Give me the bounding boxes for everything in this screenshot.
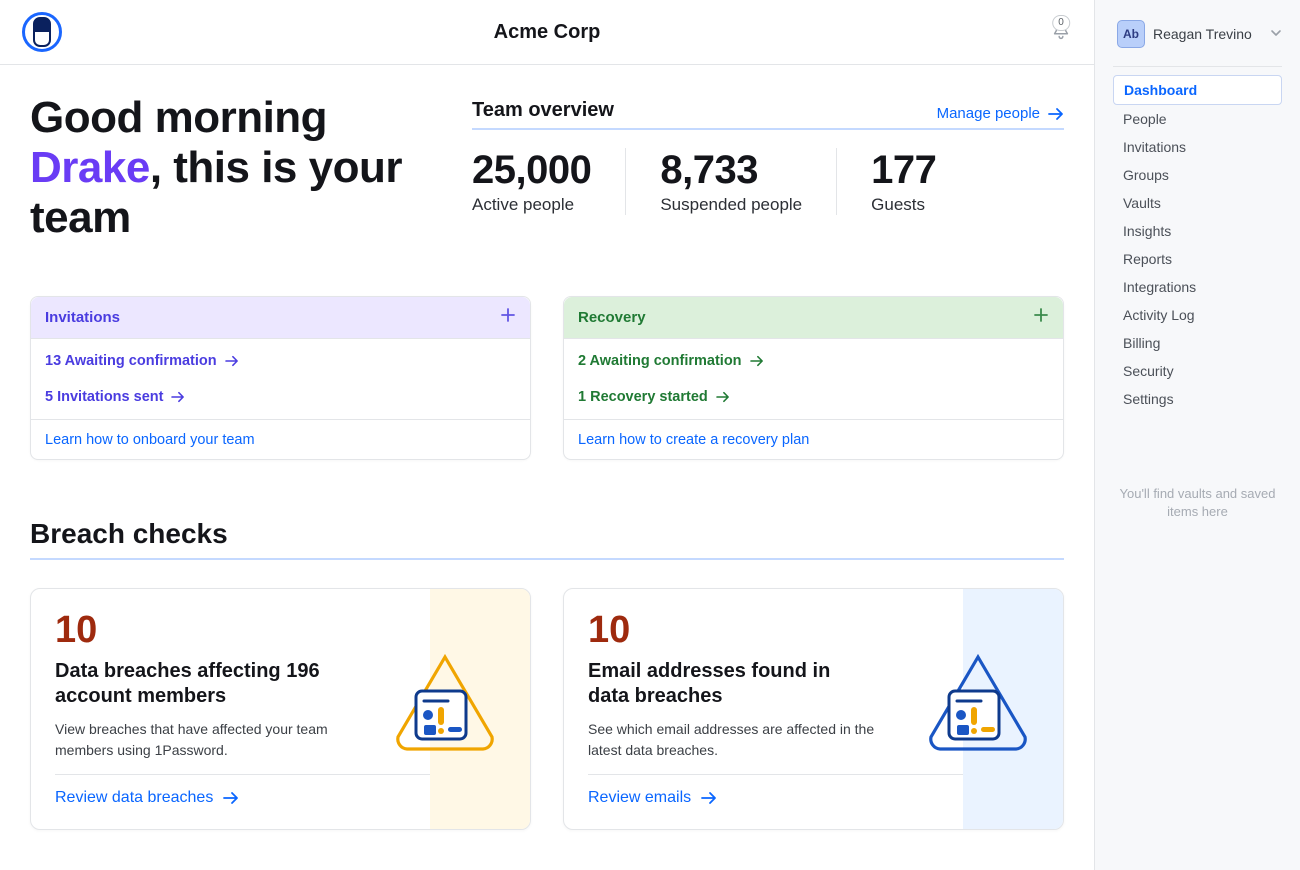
invitations-row[interactable]: 5 Invitations sent xyxy=(31,379,530,415)
user-menu[interactable]: Ab Reagan Trevino xyxy=(1117,20,1282,48)
greeting-name: Drake xyxy=(30,143,150,192)
topbar: Acme Corp 0 xyxy=(0,0,1094,65)
stat-active-label: Active people xyxy=(472,195,591,215)
sidebar-item-people[interactable]: People xyxy=(1113,105,1282,133)
learn-recovery-link[interactable]: Learn how to create a recovery plan xyxy=(578,432,809,448)
sidebar-item-dashboard[interactable]: Dashboard xyxy=(1113,75,1282,105)
arrow-right-icon xyxy=(716,391,730,403)
invitations-row[interactable]: 13 Awaiting confirmation xyxy=(31,343,530,379)
sidebar-item-integrations[interactable]: Integrations xyxy=(1113,273,1282,301)
right-sidebar: Ab Reagan Trevino DashboardPeopleInvitat… xyxy=(1094,0,1300,870)
recovery-row[interactable]: 2 Awaiting confirmation xyxy=(564,343,1063,379)
arrow-right-icon xyxy=(223,791,239,805)
sidebar-item-groups[interactable]: Groups xyxy=(1113,161,1282,189)
breach-card: 10 Email addresses found in data breache… xyxy=(563,588,1064,830)
team-overview: Team overview Manage people 25,000 Activ… xyxy=(472,93,1064,215)
breach-description: View breaches that have affected your te… xyxy=(55,719,355,760)
sidebar-item-activity-log[interactable]: Activity Log xyxy=(1113,301,1282,329)
overview-title: Team overview xyxy=(472,99,614,122)
breach-card: 10 Data breaches affecting 196 account m… xyxy=(30,588,531,830)
main-content: Good morning Drake, this is your team Te… xyxy=(0,65,1094,870)
stat-suspended-value: 8,733 xyxy=(660,148,802,193)
sidebar-item-insights[interactable]: Insights xyxy=(1113,217,1282,245)
user-name: Reagan Trevino xyxy=(1153,26,1252,42)
arrow-right-icon xyxy=(750,355,764,367)
invitations-card: Invitations 13 Awaiting confirmation 5 I… xyxy=(30,296,531,460)
breach-count: 10 xyxy=(55,611,430,649)
notifications-button[interactable]: 0 xyxy=(1050,19,1072,46)
learn-onboard-link[interactable]: Learn how to onboard your team xyxy=(45,432,255,448)
invitations-row-label: 5 Invitations sent xyxy=(45,389,163,405)
plus-icon xyxy=(500,307,516,323)
sidebar-item-settings[interactable]: Settings xyxy=(1113,385,1282,413)
arrow-right-icon xyxy=(225,355,239,367)
review-breaches-link[interactable]: Review data breaches xyxy=(55,775,430,807)
breach-section-title: Breach checks xyxy=(30,518,1064,560)
breach-headline: Email addresses found in data breaches xyxy=(588,659,868,709)
sidebar-item-security[interactable]: Security xyxy=(1113,357,1282,385)
recovery-row[interactable]: 1 Recovery started xyxy=(564,379,1063,415)
avatar: Ab xyxy=(1117,20,1145,48)
sidebar-item-billing[interactable]: Billing xyxy=(1113,329,1282,357)
stat-suspended: 8,733 Suspended people xyxy=(625,148,836,215)
recovery-row-label: 1 Recovery started xyxy=(578,389,708,405)
plus-icon xyxy=(1033,307,1049,323)
add-recovery-button[interactable] xyxy=(1033,307,1049,328)
breach-description: See which email addresses are affected i… xyxy=(588,719,888,760)
stat-guests-value: 177 xyxy=(871,148,936,193)
stat-active: 25,000 Active people xyxy=(472,148,625,215)
org-name: Acme Corp xyxy=(142,21,952,44)
arrow-right-icon xyxy=(701,791,717,805)
add-invitation-button[interactable] xyxy=(500,307,516,328)
sidebar-item-invitations[interactable]: Invitations xyxy=(1113,133,1282,161)
manage-people-link[interactable]: Manage people xyxy=(937,105,1064,122)
invitations-row-label: 13 Awaiting confirmation xyxy=(45,353,217,369)
recovery-row-label: 2 Awaiting confirmation xyxy=(578,353,742,369)
stat-active-value: 25,000 xyxy=(472,148,591,193)
stat-suspended-label: Suspended people xyxy=(660,195,802,215)
stat-guests: 177 Guests xyxy=(836,148,970,215)
breach-action-label: Review emails xyxy=(588,789,691,807)
sidebar-item-vaults[interactable]: Vaults xyxy=(1113,189,1282,217)
notification-count-badge: 0 xyxy=(1052,15,1070,31)
breach-headline: Data breaches affecting 196 account memb… xyxy=(55,659,335,709)
arrow-right-icon xyxy=(1048,107,1064,121)
recovery-title: Recovery xyxy=(578,309,646,326)
breach-illustration-icon xyxy=(923,651,1033,754)
sidebar-nav: DashboardPeopleInvitationsGroupsVaultsIn… xyxy=(1113,75,1282,413)
manage-people-label: Manage people xyxy=(937,105,1040,122)
greeting-prefix: Good morning xyxy=(30,93,327,142)
review-emails-link[interactable]: Review emails xyxy=(588,775,963,807)
breach-action-label: Review data breaches xyxy=(55,789,213,807)
stat-guests-label: Guests xyxy=(871,195,936,215)
invitations-title: Invitations xyxy=(45,309,120,326)
app-logo-icon[interactable] xyxy=(22,12,62,52)
breach-illustration-icon xyxy=(390,651,500,754)
breach-count: 10 xyxy=(588,611,963,649)
sidebar-footer: You'll find vaults and saved items here xyxy=(1113,485,1282,521)
page-greeting: Good morning Drake, this is your team xyxy=(30,93,430,242)
chevron-down-icon xyxy=(1270,26,1282,42)
recovery-card: Recovery 2 Awaiting confirmation 1 Recov… xyxy=(563,296,1064,460)
arrow-right-icon xyxy=(171,391,185,403)
sidebar-item-reports[interactable]: Reports xyxy=(1113,245,1282,273)
